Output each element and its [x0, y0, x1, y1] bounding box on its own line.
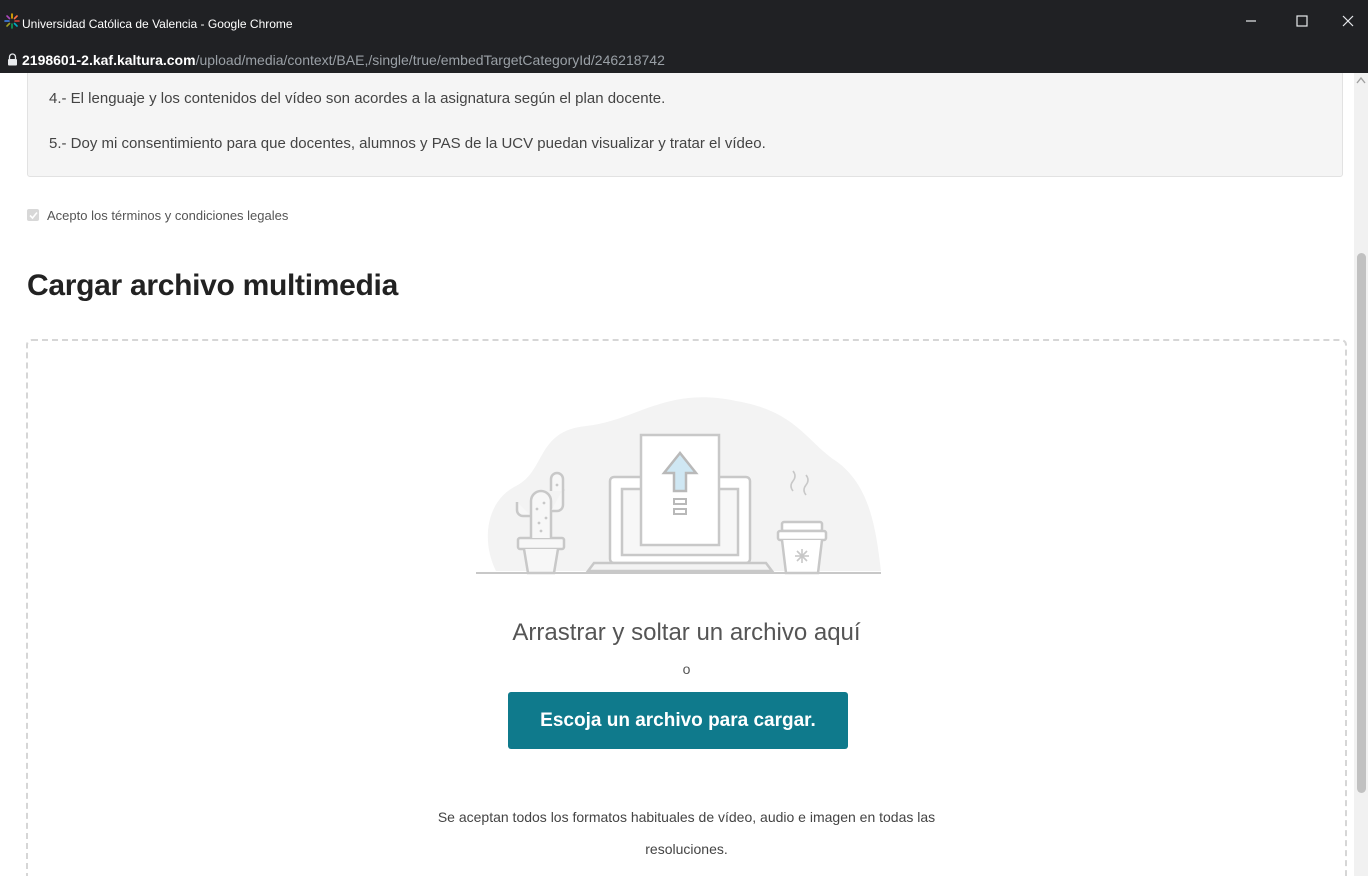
minimize-button[interactable]: [1231, 8, 1271, 34]
scroll-up-arrow-icon[interactable]: [1356, 76, 1366, 84]
terms-item-5: 5.- Doy mi consentimiento para que docen…: [49, 135, 766, 152]
or-separator: o: [682, 661, 691, 677]
minimize-icon: [1246, 20, 1256, 22]
accept-terms-label[interactable]: Acepto los términos y condiciones legale…: [47, 208, 288, 223]
checkmark-icon: [28, 211, 38, 219]
url-host: 2198601-2.kaf.kaltura.com: [22, 52, 196, 68]
url-text[interactable]: 2198601-2.kaf.kaltura.com/upload/media/c…: [22, 52, 665, 68]
section-title: Cargar archivo multimedia: [27, 269, 398, 302]
ucv-logo-icon: [4, 13, 20, 29]
terms-item-4: 4.- El lenguaje y los contenidos del víd…: [49, 90, 666, 107]
window-title: Universidad Católica de Valencia - Googl…: [22, 17, 293, 31]
accepted-formats-text: Se aceptan todos los formatos habituales…: [437, 809, 936, 857]
close-icon: [1342, 15, 1354, 27]
browser-title-bar: Universidad Católica de Valencia - Googl…: [0, 0, 1368, 46]
url-path: /upload/media/context/BAE,/single/true/e…: [195, 52, 665, 68]
close-button[interactable]: [1328, 8, 1368, 34]
choose-file-button[interactable]: Escoja un archivo para cargar.: [508, 692, 848, 749]
upload-illustration: [476, 397, 881, 575]
accept-terms-row: Acepto los términos y condiciones legale…: [27, 206, 288, 224]
accept-terms-checkbox[interactable]: [27, 209, 39, 221]
lock-icon: [8, 53, 17, 66]
page-content: 4.- El lenguaje y los contenidos del víd…: [0, 73, 1354, 876]
maximize-button[interactable]: [1282, 8, 1322, 34]
maximize-icon: [1296, 15, 1308, 27]
address-bar[interactable]: 2198601-2.kaf.kaltura.com/upload/media/c…: [0, 46, 1368, 73]
drag-drop-text: Arrastrar y soltar un archivo aquí: [512, 619, 861, 646]
scrollbar-thumb[interactable]: [1357, 253, 1366, 793]
file-dropzone[interactable]: Arrastrar y soltar un archivo aquí o Esc…: [26, 339, 1347, 876]
terms-box: 4.- El lenguaje y los contenidos del víd…: [27, 73, 1343, 177]
